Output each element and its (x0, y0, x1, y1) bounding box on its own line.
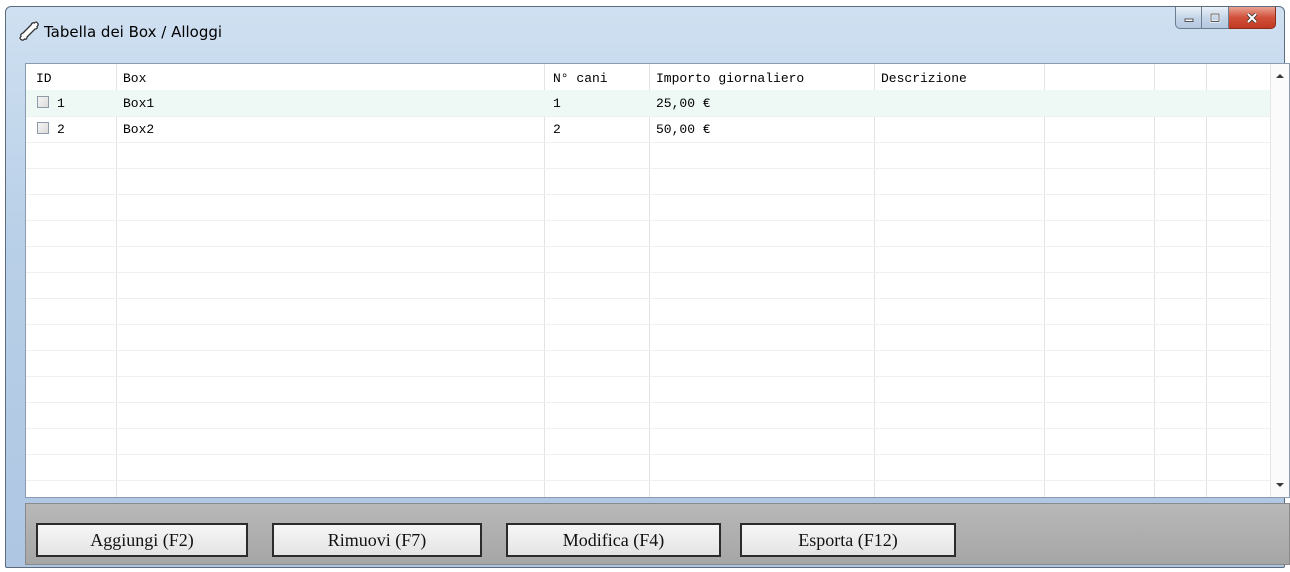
row-checkbox[interactable] (37, 122, 49, 134)
remove-button[interactable]: Rimuovi (F7) (272, 523, 482, 557)
table-row[interactable]: 2 Box2 2 50,00 € (26, 116, 1272, 142)
row-checkbox[interactable] (37, 96, 49, 108)
window-controls (1175, 7, 1276, 29)
title-bar[interactable]: Tabella dei Box / Alloggi (6, 7, 1284, 53)
maximize-icon (1209, 12, 1221, 23)
main-window: Tabella dei Box / Alloggi ID Box N° cani… (5, 6, 1290, 568)
bone-icon (19, 21, 39, 41)
minimize-button[interactable] (1175, 7, 1202, 29)
action-toolbar: Aggiungi (F2) Rimuovi (F7) Modifica (F4)… (25, 503, 1290, 565)
scroll-down-icon[interactable] (1276, 483, 1284, 487)
cell-importo: 50,00 € (656, 122, 711, 137)
column-header-importo[interactable]: Importo giornaliero (656, 71, 804, 86)
minimize-icon (1184, 18, 1193, 22)
cell-box: Box1 (123, 96, 155, 111)
table-header: ID Box N° cani Importo giornaliero Descr… (26, 64, 1272, 90)
window-title: Tabella dei Box / Alloggi (44, 23, 223, 41)
column-header-id[interactable]: ID (36, 71, 52, 86)
cell-id: 1 (57, 96, 65, 111)
column-header-descrizione[interactable]: Descrizione (881, 71, 967, 86)
cell-n-cani: 1 (553, 96, 561, 111)
cell-n-cani: 2 (553, 122, 561, 137)
edit-button[interactable]: Modifica (F4) (506, 523, 721, 557)
column-header-n-cani[interactable]: N° cani (553, 71, 608, 86)
export-button[interactable]: Esporta (F12) (740, 523, 956, 557)
scroll-up-icon[interactable] (1276, 74, 1284, 78)
close-icon (1246, 12, 1258, 23)
maximize-button[interactable] (1202, 7, 1229, 29)
column-header-box[interactable]: Box (123, 71, 146, 86)
cell-id: 2 (57, 122, 65, 137)
cell-box: Box2 (123, 122, 155, 137)
cell-importo: 25,00 € (656, 96, 711, 111)
close-button[interactable] (1229, 7, 1276, 29)
boxes-table[interactable]: ID Box N° cani Importo giornaliero Descr… (25, 63, 1290, 498)
table-row[interactable]: 1 Box1 1 25,00 € (26, 90, 1272, 116)
add-button[interactable]: Aggiungi (F2) (36, 523, 248, 557)
vertical-scrollbar[interactable] (1270, 64, 1289, 497)
